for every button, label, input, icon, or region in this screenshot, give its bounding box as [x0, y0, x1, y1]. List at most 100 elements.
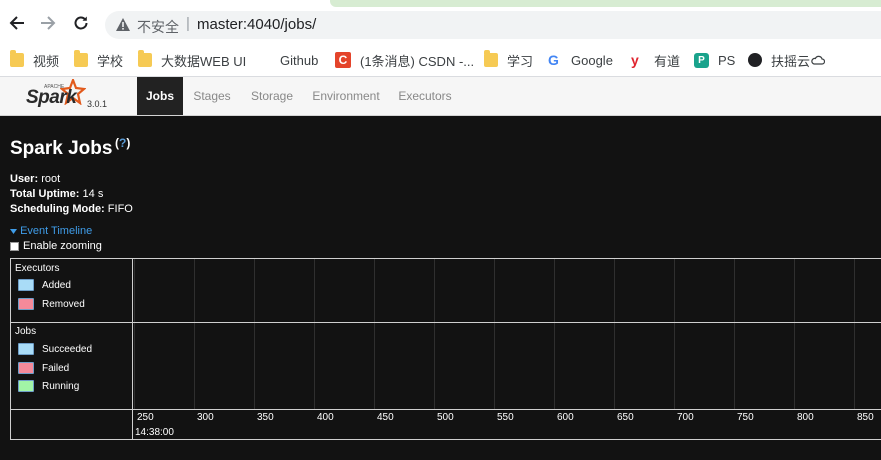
scheduling-mode-info: Scheduling Mode: FIFO	[10, 203, 133, 215]
timeline-grid-line	[554, 259, 555, 409]
legend-label: Failed	[42, 362, 70, 374]
timeline-tick-label: 500	[437, 412, 454, 423]
timeline-tick-label: 300	[197, 412, 214, 423]
youdao-icon: y	[631, 52, 639, 68]
timeline-grid-line	[314, 259, 315, 409]
reload-icon	[74, 16, 88, 30]
timeline-grid-line	[374, 259, 375, 409]
legend-swatch	[18, 380, 34, 392]
bookmark-ps[interactable]: P PS	[694, 51, 735, 69]
event-timeline[interactable]: 250 300 350 400 450 500 550 600 650 700 750 800 850 …	[10, 258, 881, 440]
timeline-grid-line	[254, 259, 255, 409]
folder-icon	[74, 50, 88, 67]
bookmark-xuexi[interactable]: 学习	[484, 50, 534, 69]
timeline-grid-line	[434, 259, 435, 409]
warning-icon	[116, 18, 130, 31]
help-link[interactable]: (?)	[115, 136, 130, 150]
bookmark-fuyaoyun[interactable]: 扶摇云	[748, 51, 826, 69]
tab-strip-accent	[330, 0, 881, 7]
tab-environment[interactable]: Environment	[308, 77, 384, 115]
timeline-tick-label: 400	[317, 412, 334, 423]
legend-executor-added: Added	[18, 279, 71, 291]
github-icon	[257, 53, 271, 67]
bookmark-github[interactable]: Github	[257, 51, 318, 69]
bookmark-label: 视频	[33, 53, 60, 69]
bookmark-label: 学习	[507, 53, 534, 69]
bookmark-shipin[interactable]: 视频	[10, 50, 60, 69]
reload-button[interactable]	[70, 12, 92, 34]
legend-job-running: Running	[18, 380, 79, 392]
caret-down-icon	[10, 229, 17, 234]
bookmark-google[interactable]: G Google	[548, 51, 613, 69]
legend-label: Removed	[42, 298, 85, 310]
bookmark-youdao[interactable]: y 有道	[631, 51, 680, 69]
scheduling-mode-label: Scheduling Mode:	[10, 203, 105, 215]
legend-executor-removed: Removed	[18, 298, 85, 310]
bookmark-xuexiao[interactable]: 学校	[74, 50, 123, 69]
legend-swatch	[18, 343, 34, 355]
tab-stages[interactable]: Stages	[189, 77, 235, 115]
ps-icon: P	[694, 52, 709, 68]
tab-jobs[interactable]: Jobs	[137, 77, 183, 115]
address-separator: |	[186, 15, 190, 32]
enable-zooming[interactable]: Enable zooming	[10, 240, 102, 252]
timeline-tick-label: 750	[737, 412, 754, 423]
not-secure-label: 不安全	[137, 19, 179, 35]
timeline-tick-label: 600	[557, 412, 574, 423]
logo-spark-text: Spark	[26, 87, 77, 108]
bookmark-label: PS	[718, 52, 736, 68]
bookmark-label: 大数据WEB UI	[161, 53, 247, 69]
cloud-icon	[811, 55, 826, 65]
spark-version: 3.0.1	[87, 99, 108, 109]
bookmark-bigdata-webui[interactable]: 大数据WEB UI	[138, 50, 247, 69]
group-separator	[11, 322, 881, 323]
help-question[interactable]: ?	[119, 136, 126, 150]
url-text[interactable]: master:4040/jobs/	[197, 16, 316, 33]
legend-label: Added	[42, 279, 71, 291]
folder-icon	[138, 50, 152, 67]
legend-swatch	[18, 298, 34, 310]
uptime-info: Total Uptime: 14 s	[10, 188, 103, 200]
scheduling-mode-value: FIFO	[107, 203, 133, 215]
legend-swatch	[18, 279, 34, 291]
page-title: Spark Jobs	[10, 138, 113, 159]
timeline-tick-label: 250	[137, 412, 154, 423]
timeline-tick-label: 350	[257, 412, 274, 423]
legend-label: Succeeded	[42, 343, 93, 355]
timeline-grid-line	[614, 259, 615, 409]
timeline-grid: 250 300 350 400 450 500 550 600 650 700 750 800 850	[132, 259, 881, 439]
globe-icon	[748, 53, 762, 67]
timeline-tick-label: 700	[677, 412, 694, 423]
address-bar[interactable]: 不安全 | master:4040/jobs/	[105, 11, 881, 39]
legend-swatch	[18, 362, 34, 374]
legend-label: Running	[42, 380, 80, 392]
user-label: User:	[10, 173, 39, 185]
bookmark-label: 有道	[654, 53, 681, 69]
tab-executors[interactable]: Executors	[394, 77, 456, 115]
uptime-value: 14 s	[82, 188, 104, 200]
spark-logo[interactable]: APACHE Spark 3.0.1	[24, 79, 114, 113]
timeline-tick-label: 450	[377, 412, 394, 423]
back-button[interactable]	[6, 12, 28, 34]
folder-icon	[10, 50, 24, 67]
enable-zooming-checkbox[interactable]	[10, 241, 19, 251]
bookmark-label: (1条消息) CSDN -...	[360, 53, 475, 69]
bookmark-csdn[interactable]: C (1条消息) CSDN -...	[335, 51, 474, 69]
event-timeline-toggle[interactable]: Event Timeline	[10, 225, 92, 237]
enable-zooming-label: Enable zooming	[23, 240, 102, 252]
timeline-grid-line	[854, 259, 855, 409]
bookmark-label: Google	[571, 52, 613, 68]
legend-job-succeeded: Succeeded	[18, 343, 92, 355]
timeline-tick-label: 650	[617, 412, 634, 423]
timeline-grid-line	[674, 259, 675, 409]
tab-storage[interactable]: Storage	[246, 77, 298, 115]
jobs-group-label: Jobs	[15, 326, 37, 337]
bookmark-label: Github	[280, 52, 319, 68]
timeline-grid-line	[794, 259, 795, 409]
browser-toolbar: 不安全 | master:4040/jobs/	[0, 0, 881, 45]
forward-button[interactable]	[37, 12, 59, 34]
folder-icon	[484, 50, 498, 67]
spark-navbar: APACHE Spark 3.0.1 Jobs Stages Storage E…	[0, 77, 881, 116]
bookmarks-bar: 视频 学校 大数据WEB UI Github C (1条消息) CSDN -..…	[0, 45, 881, 77]
timeline-tick-label: 800	[797, 412, 814, 423]
